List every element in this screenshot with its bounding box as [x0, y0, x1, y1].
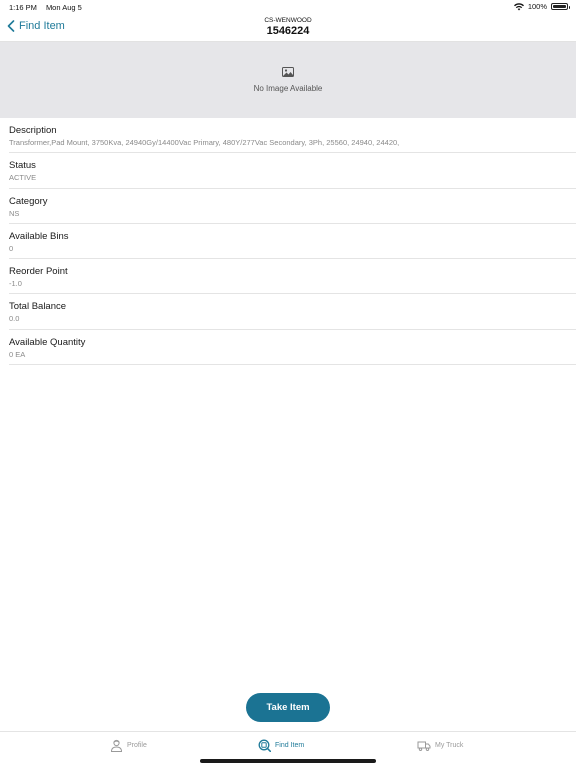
detail-row-available-bins: Available Bins 0	[9, 224, 576, 260]
detail-label: Reorder Point	[9, 266, 68, 278]
tab-label: My Truck	[435, 742, 464, 749]
detail-label: Total Balance	[9, 301, 67, 313]
detail-value: ACTIVE	[9, 173, 37, 183]
wifi-icon	[513, 2, 524, 10]
tab-label: Profile	[127, 742, 147, 749]
tab-label: Find Item	[275, 742, 305, 749]
tab-my-truck[interactable]: My Truck	[417, 739, 463, 752]
tab-find-item[interactable]: Find Item	[258, 739, 304, 752]
find-item-icon	[258, 739, 271, 752]
detail-value: 0 EA	[9, 349, 26, 359]
profile-icon	[110, 739, 123, 752]
status-time-date: 1:16 PM Mon Aug 5	[9, 3, 82, 12]
image-icon	[282, 67, 294, 77]
nav-subtitle: CS-WENWOOD	[264, 17, 312, 24]
detail-value: 0.0	[9, 314, 20, 324]
detail-value: Transformer,Pad Mount, 3750Kva, 24940Gy/…	[9, 138, 400, 147]
detail-row-status: Status ACTIVE	[9, 153, 576, 189]
detail-label: Description	[9, 125, 57, 136]
detail-label: Available Bins	[9, 230, 69, 242]
item-image-placeholder: No Image Available	[0, 42, 576, 118]
no-image-text: No Image Available	[253, 84, 323, 93]
status-time: 1:16 PM	[9, 3, 37, 12]
navigation-bar: Find Item CS-WENWOOD 1546224	[0, 14, 576, 42]
nav-title-group: CS-WENWOOD 1546224	[0, 17, 576, 37]
truck-icon	[417, 741, 431, 752]
battery-percent: 100%	[527, 2, 547, 11]
detail-row-available-quantity: Available Quantity 0 EA	[9, 330, 576, 366]
status-date: Mon Aug 5	[45, 3, 82, 12]
detail-label: Status	[9, 160, 36, 172]
detail-label: Available Quantity	[9, 336, 86, 348]
status-indicators: 100%	[513, 2, 570, 11]
status-bar: 1:16 PM Mon Aug 5 100%	[0, 0, 576, 14]
detail-value: NS	[9, 208, 20, 218]
detail-value: -1.0	[9, 279, 22, 289]
detail-row-category: Category NS	[9, 189, 576, 224]
tab-profile[interactable]: Profile	[110, 739, 147, 752]
detail-value: 0	[9, 243, 14, 253]
battery-icon	[551, 3, 570, 10]
take-item-button[interactable]: Take Item	[246, 693, 330, 722]
detail-row-total-balance: Total Balance 0.0	[9, 294, 576, 330]
page-title: 1546224	[266, 25, 310, 37]
home-indicator	[200, 759, 376, 763]
item-details-list: Description Transformer,Pad Mount, 3750K…	[9, 118, 576, 366]
detail-row-description: Description Transformer,Pad Mount, 3750K…	[9, 118, 576, 154]
detail-row-reorder-point: Reorder Point -1.0	[9, 259, 576, 295]
detail-label: Category	[9, 195, 48, 207]
